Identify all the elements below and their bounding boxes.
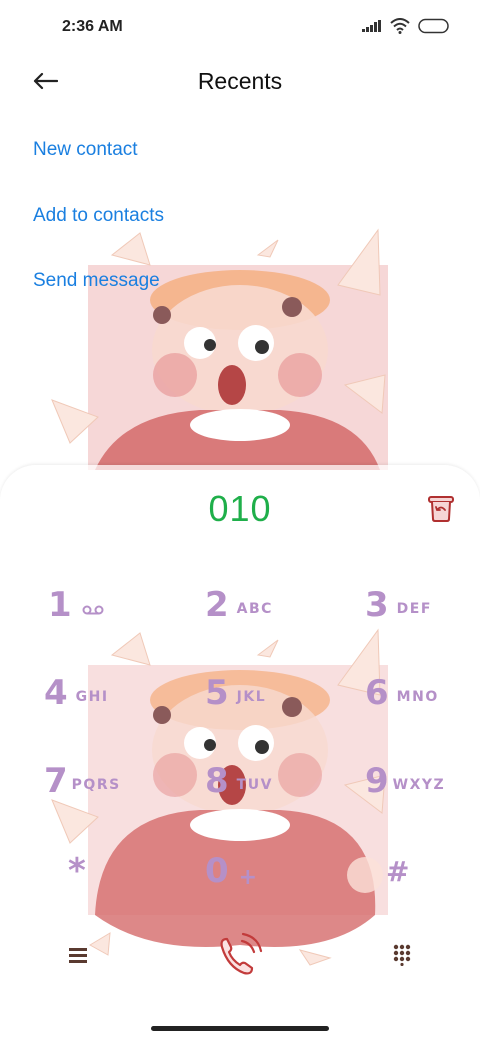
key-digit: 6: [365, 673, 389, 713]
page-title: Recents: [197, 68, 283, 94]
key-digit: 0: [205, 851, 229, 891]
key-digit: 7: [44, 761, 68, 801]
home-indicator[interactable]: [151, 1026, 329, 1031]
add-to-contacts-link[interactable]: Add to contacts: [33, 205, 164, 227]
key-2[interactable]: 2 ABC: [205, 577, 273, 633]
key-4[interactable]: 4 GHI: [44, 665, 109, 721]
key-letters: MNO: [396, 689, 439, 705]
new-contact-link[interactable]: New contact: [33, 139, 138, 161]
call-icon: [220, 932, 263, 975]
keypad-icon: [393, 944, 411, 966]
wifi-icon: [390, 18, 410, 34]
key-digit: 2: [205, 585, 229, 625]
key-7[interactable]: 7 PQRS: [44, 753, 121, 809]
voicemail-icon: [82, 605, 104, 615]
key-5[interactable]: 5 JKL: [205, 665, 266, 721]
key-3[interactable]: 3 DEF: [365, 577, 432, 633]
key-letters: GHI: [75, 689, 109, 705]
key-digit: 4: [44, 673, 68, 713]
key-6[interactable]: 6 MNO: [365, 665, 439, 721]
status-bar: 2:36 AM: [0, 0, 480, 56]
status-icons: [362, 18, 450, 34]
clear-button[interactable]: [425, 492, 457, 524]
key-letters: PQRS: [71, 777, 121, 793]
key-digit: 5: [205, 673, 229, 713]
clear-trash-icon: [428, 496, 454, 522]
menu-icon: [69, 948, 87, 963]
dialed-number[interactable]: 010: [0, 488, 480, 530]
header: Recents: [0, 56, 480, 108]
battery-icon: [418, 18, 449, 34]
key-letters: DEF: [396, 601, 432, 617]
key-digit: #: [386, 854, 410, 888]
signal-icon: [362, 20, 381, 32]
key-digit: *: [68, 851, 86, 891]
key-star[interactable]: *: [68, 843, 86, 899]
menu-button[interactable]: [62, 938, 94, 972]
key-hash[interactable]: #: [386, 843, 409, 899]
key-digit: 8: [205, 761, 229, 801]
key-letters: +: [238, 864, 259, 890]
status-time: 2:36 AM: [62, 18, 123, 35]
key-digit: 1: [48, 585, 72, 625]
key-digit: 3: [365, 585, 389, 625]
key-letters: ABC: [236, 601, 273, 617]
key-0[interactable]: 0 +: [205, 843, 259, 899]
key-digit: 9: [365, 761, 389, 801]
call-button[interactable]: [212, 928, 268, 980]
send-message-link[interactable]: Send message: [33, 270, 160, 292]
key-1[interactable]: 1: [48, 577, 104, 633]
background-artwork-top: [51, 228, 388, 470]
keypad-toggle-button[interactable]: [386, 938, 418, 972]
key-letters: TUV: [236, 777, 273, 793]
key-letters: WXYZ: [392, 777, 446, 793]
key-8[interactable]: 8 TUV: [205, 753, 273, 809]
key-letters: JKL: [236, 689, 267, 705]
key-9[interactable]: 9 WXYZ: [365, 753, 445, 809]
